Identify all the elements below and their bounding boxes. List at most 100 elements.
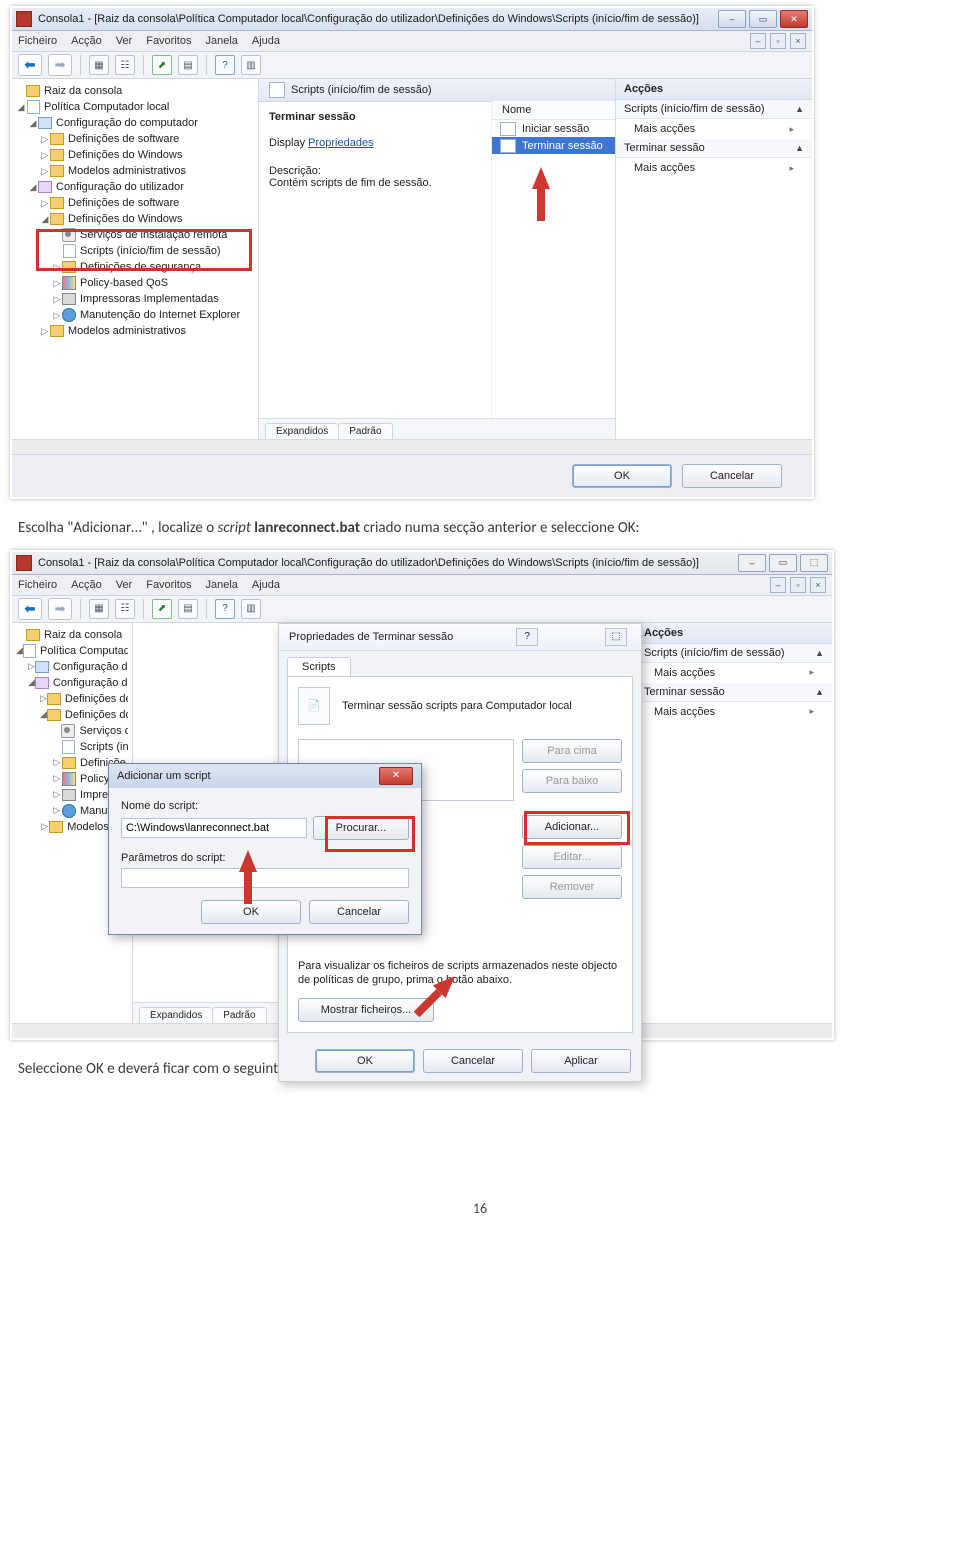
actions-header: Acções	[616, 79, 812, 100]
tree-item[interactable]: Impressoras Implementadas	[80, 293, 219, 305]
actions-group-scripts[interactable]: Scripts (início/fim de sessão)▲	[636, 644, 832, 663]
aplicar-button[interactable]: Aplicar	[531, 1049, 631, 1073]
tree-item[interactable]: Policy-based QoS	[80, 277, 168, 289]
toolbar-icon[interactable]: ▤	[178, 55, 198, 75]
tree-computer-config[interactable]: Configuração do computador	[56, 117, 198, 129]
list-item-iniciar[interactable]: Iniciar sessão	[492, 120, 615, 137]
mdi-minimize-button[interactable]: –	[750, 33, 766, 49]
maximize-button[interactable]: ▭	[769, 554, 797, 572]
tree-item[interactable]: Configuração do utilizador	[53, 677, 128, 689]
tab-padrao[interactable]: Padrão	[212, 1007, 266, 1023]
help-icon[interactable]: ?	[215, 55, 235, 75]
toolbar-icon[interactable]: ☷	[115, 55, 135, 75]
tab-padrao[interactable]: Padrão	[338, 423, 392, 439]
actions-group-terminar[interactable]: Terminar sessão▲	[636, 683, 832, 702]
tree-item[interactable]: Definições de software	[65, 693, 128, 705]
mdi-restore-button[interactable]: ▫	[790, 577, 806, 593]
menu-ficheiro[interactable]: Ficheiro	[18, 579, 57, 591]
mdi-restore-button[interactable]: ▫	[770, 33, 786, 49]
minimize-button[interactable]: –	[738, 554, 766, 572]
tree-item[interactable]: Modelos administrativos	[68, 165, 186, 177]
tree-item[interactable]: Definições do Windows	[68, 213, 182, 225]
actions-more[interactable]: Mais acções▸	[636, 663, 832, 683]
menu-accao[interactable]: Acção	[71, 35, 102, 47]
nav-back-button[interactable]: ⬅	[18, 54, 42, 76]
menu-janela[interactable]: Janela	[205, 35, 237, 47]
tree-item[interactable]: Definições do Windows	[65, 709, 128, 721]
menu-ver[interactable]: Ver	[116, 579, 133, 591]
tree-item[interactable]: Definições do Windows	[68, 149, 182, 161]
actions-more[interactable]: Mais acções▸	[636, 702, 832, 722]
tree-item[interactable]: Definições de software	[68, 197, 179, 209]
menu-ajuda[interactable]: Ajuda	[252, 35, 280, 47]
nav-back-button[interactable]: ⬅	[18, 598, 42, 620]
actions-more[interactable]: Mais acções▸	[616, 158, 812, 178]
tree-item[interactable]: Modelos administrativos	[68, 325, 186, 337]
tree-root[interactable]: Raiz da consola	[44, 629, 122, 641]
column-header-nome[interactable]: Nome	[492, 101, 615, 120]
adicionar-button[interactable]: Adicionar...	[522, 815, 622, 839]
help-icon[interactable]: ?	[215, 599, 235, 619]
mdi-close-button[interactable]: ×	[810, 577, 826, 593]
properties-link[interactable]: Propriedades	[308, 137, 373, 149]
tree-item[interactable]: Serviços de instalação remota	[80, 229, 227, 241]
toolbar-icon[interactable]: ▤	[178, 599, 198, 619]
nav-forward-button[interactable]: ➡	[48, 598, 72, 620]
close-button[interactable]: ✕	[780, 10, 808, 28]
cancelar-button[interactable]: Cancelar	[682, 464, 782, 488]
procurar-button[interactable]: Procurar...	[313, 816, 409, 840]
remover-button[interactable]: Remover	[522, 875, 622, 899]
menu-ajuda[interactable]: Ajuda	[252, 579, 280, 591]
mdi-minimize-button[interactable]: –	[770, 577, 786, 593]
tree-item[interactable]: Definições de software	[68, 133, 179, 145]
menu-favoritos[interactable]: Favoritos	[146, 35, 191, 47]
toolbar-icon[interactable]: ▦	[89, 599, 109, 619]
menu-favoritos[interactable]: Favoritos	[146, 579, 191, 591]
help-button[interactable]: ?	[516, 628, 538, 646]
nav-tree[interactable]: Raiz da consola ◢Política Computador loc…	[12, 79, 259, 439]
close-button[interactable]: ✕	[379, 767, 413, 785]
export-icon[interactable]: ⬈	[152, 599, 172, 619]
ok-button[interactable]: OK	[572, 464, 672, 488]
tab-scripts[interactable]: Scripts	[287, 657, 351, 676]
cancelar-button[interactable]: Cancelar	[423, 1049, 523, 1073]
toolbar-icon[interactable]: ▥	[241, 55, 261, 75]
menu-janela[interactable]: Janela	[205, 579, 237, 591]
tree-item[interactable]: Manutenção do Internet Explorer	[80, 309, 240, 321]
menu-ver[interactable]: Ver	[116, 35, 133, 47]
editar-button[interactable]: Editar...	[522, 845, 622, 869]
actions-group-scripts[interactable]: Scripts (início/fim de sessão)▲	[616, 100, 812, 119]
minimize-button[interactable]: –	[718, 10, 746, 28]
nome-script-input[interactable]	[121, 818, 307, 838]
maximize-button[interactable]: ▭	[749, 10, 777, 28]
para-baixo-button[interactable]: Para baixo	[522, 769, 622, 793]
tree-policy[interactable]: Política Computador local	[44, 101, 169, 113]
cancelar-button[interactable]: Cancelar	[309, 900, 409, 924]
para-cima-button[interactable]: Para cima	[522, 739, 622, 763]
ok-button[interactable]: OK	[315, 1049, 415, 1073]
toolbar-icon[interactable]: ☷	[115, 599, 135, 619]
close-button[interactable]: ⬚	[605, 628, 627, 646]
close-button[interactable]: ⬚	[800, 554, 828, 572]
tree-item[interactable]: Serviços d	[79, 725, 128, 737]
export-icon[interactable]: ⬈	[152, 55, 172, 75]
tree-scripts[interactable]: Scripts (início/fim de sessão)	[80, 245, 221, 257]
list-item-terminar[interactable]: Terminar sessão	[492, 137, 615, 154]
parametros-input[interactable]	[121, 868, 409, 888]
tree-user-config[interactable]: Configuração do utilizador	[56, 181, 184, 193]
tree-root[interactable]: Raiz da consola	[44, 85, 122, 97]
tree-item[interactable]: Definições de segurança	[80, 261, 201, 273]
actions-group-terminar[interactable]: Terminar sessão▲	[616, 139, 812, 158]
tab-expandidos[interactable]: Expandidos	[265, 423, 339, 439]
toolbar-icon[interactable]: ▦	[89, 55, 109, 75]
tree-item[interactable]: Scripts (in	[80, 741, 128, 753]
tab-expandidos[interactable]: Expandidos	[139, 1007, 213, 1023]
menu-ficheiro[interactable]: Ficheiro	[18, 35, 57, 47]
mdi-close-button[interactable]: ×	[790, 33, 806, 49]
tree-policy[interactable]: Política Computador local	[40, 645, 128, 657]
toolbar-icon[interactable]: ▥	[241, 599, 261, 619]
menu-accao[interactable]: Acção	[71, 579, 102, 591]
tree-item[interactable]: Configuração do computador	[53, 661, 128, 673]
actions-more[interactable]: Mais acções▸	[616, 119, 812, 139]
nav-forward-button[interactable]: ➡	[48, 54, 72, 76]
